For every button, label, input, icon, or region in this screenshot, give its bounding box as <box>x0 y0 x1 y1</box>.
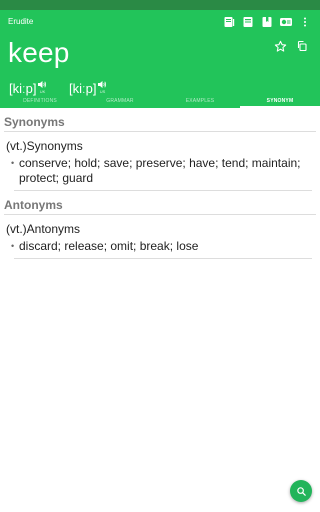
tab-definitions[interactable]: DEFINITIONS <box>0 96 80 108</box>
toolbar-actions <box>219 14 314 30</box>
tab-synonym[interactable]: SYNONYM <box>240 96 320 108</box>
volume-icon <box>38 81 47 88</box>
bullet-icon: • <box>11 241 15 251</box>
divider <box>14 258 312 259</box>
tab-bar: DEFINITIONS GRAMMAR EXAMPLES SYNONYM <box>0 96 320 108</box>
antonyms-list: discard; release; omit; break; lose <box>19 239 199 253</box>
app-bar: Erudite keep [kiːp] UK [kiːp] US DEFINIT… <box>0 10 320 108</box>
word-actions <box>268 38 312 54</box>
pronunciation-uk-ipa: [kiːp] <box>9 81 37 96</box>
pronunciation-uk: [kiːp] UK <box>9 81 47 96</box>
pronunciation-uk-tag: UK <box>39 89 46 94</box>
list-item: • discard; release; omit; break; lose <box>6 239 314 258</box>
speaker-us-button[interactable]: US <box>97 80 107 94</box>
copy-icon[interactable] <box>292 38 312 54</box>
bullet-icon: • <box>11 158 15 168</box>
synonyms-header: Synonyms <box>4 108 316 132</box>
book-icon[interactable] <box>239 14 257 30</box>
synonym-content: Synonyms (vt.)Synonyms • conserve; hold;… <box>0 108 320 259</box>
flashcards-icon[interactable] <box>220 14 238 30</box>
synonyms-list: conserve; hold; save; preserve; have; te… <box>19 156 301 185</box>
antonyms-pos-line: (vt.)Antonyms <box>6 222 314 236</box>
more-vert-icon[interactable] <box>296 14 314 30</box>
pronunciation-us-ipa: [kiːp] <box>69 81 97 96</box>
star-outline-icon[interactable] <box>270 38 290 54</box>
tab-grammar[interactable]: GRAMMAR <box>80 96 160 108</box>
antonyms-pos-label: Antonyms <box>26 222 81 236</box>
tab-examples[interactable]: EXAMPLES <box>160 96 240 108</box>
synonyms-pos: (vt.) <box>6 139 27 153</box>
antonyms-header: Antonyms <box>4 191 316 215</box>
pronunciation-us-tag: US <box>99 89 106 94</box>
speaker-uk-button[interactable]: UK <box>37 80 47 94</box>
headword: keep <box>8 37 70 68</box>
list-item: • conserve; hold; save; preserve; have; … <box>6 156 314 190</box>
antonyms-group: (vt.)Antonyms • discard; release; omit; … <box>4 215 316 258</box>
pronunciation-us: [kiːp] US <box>69 81 107 96</box>
search-fab-button[interactable] <box>290 480 312 502</box>
volume-icon <box>98 81 107 88</box>
antonyms-pos: (vt.) <box>6 222 27 236</box>
search-icon <box>296 486 306 496</box>
synonyms-group: (vt.)Synonyms • conserve; hold; save; pr… <box>4 132 316 190</box>
synonyms-pos-line: (vt.)Synonyms <box>6 139 314 153</box>
translate-icon[interactable] <box>277 14 295 30</box>
bookmark-book-icon[interactable] <box>258 14 276 30</box>
status-bar <box>0 0 320 10</box>
synonyms-pos-label: Synonyms <box>26 139 83 153</box>
app-title: Erudite <box>8 17 34 26</box>
